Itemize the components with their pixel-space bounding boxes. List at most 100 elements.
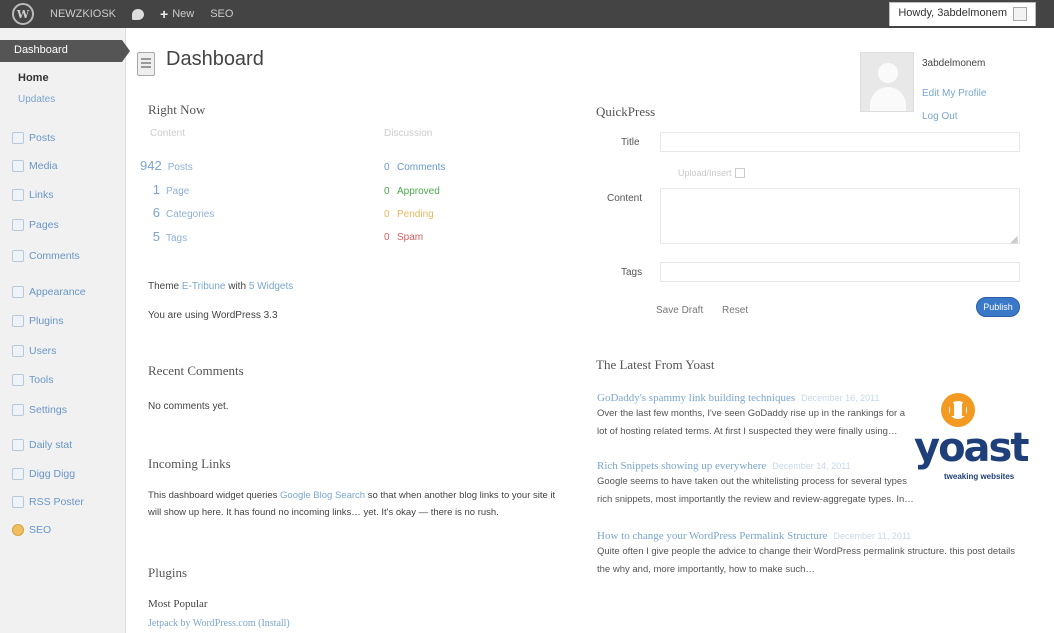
count-label: Pending	[397, 209, 434, 220]
admin-bar: W NEWZKIOSK + New SEO Howdy, 3abdelmonem	[0, 0, 1054, 28]
quickpress-content-textarea[interactable]	[660, 188, 1020, 244]
count-value: 6	[152, 205, 160, 220]
new-label: New	[172, 8, 195, 20]
sidebar-item-tools[interactable]: Tools	[12, 374, 54, 386]
discussion-count-comments[interactable]: 0 Comments	[384, 162, 445, 173]
sidebar-item-label: Pages	[29, 219, 59, 231]
yoast-seo-icon	[12, 524, 24, 536]
howdy-label: Howdy, 3abdelmonem	[898, 7, 1007, 19]
content-count-pages[interactable]: 1 Page	[140, 182, 190, 197]
sidebar-item-label: Links	[29, 189, 54, 201]
sidebar-item-digg-digg[interactable]: Digg Digg	[12, 468, 75, 480]
sidebar-subitem-updates[interactable]: Updates	[18, 94, 55, 105]
media-icon	[12, 160, 24, 172]
plugin-name-link[interactable]: Jetpack by WordPress.com	[148, 618, 256, 629]
discussion-count-pending[interactable]: 0 Pending	[384, 209, 434, 220]
count-label: Approved	[397, 186, 440, 197]
feed-item-title[interactable]: Rich Snippets showing up everywhere Decem…	[597, 460, 851, 472]
edit-profile-link[interactable]: Edit My Profile	[922, 88, 986, 99]
profile-username: 3abdelmonem	[922, 58, 986, 69]
recent-comments-title[interactable]: Recent Comments	[148, 363, 244, 379]
sidebar-item-users[interactable]: Users	[12, 345, 56, 357]
sidebar-item-pages[interactable]: Pages	[12, 219, 59, 231]
theme-name-link[interactable]: E-Tribune	[182, 281, 226, 292]
admin-sidebar: Dashboard Home Updates Posts Media Links…	[0, 28, 130, 633]
sidebar-item-label: Settings	[29, 404, 67, 416]
comment-bubble-icon	[132, 8, 145, 20]
sidebar-item-rss-poster[interactable]: RSS Poster	[12, 496, 84, 508]
count-value: 0	[384, 209, 390, 220]
count-label: Page	[166, 186, 190, 197]
yoast-wordmark: yoast	[914, 425, 1029, 471]
google-blog-search-link[interactable]: Google Blog Search	[280, 490, 365, 501]
sidebar-item-media[interactable]: Media	[12, 160, 58, 172]
plugin-entry: Jetpack by WordPress.com (Install)	[148, 618, 290, 629]
new-content-button[interactable]: + New	[160, 6, 194, 22]
quickpress-title-label: Title	[621, 137, 640, 148]
yoast-feed-title[interactable]: The Latest From Yoast	[596, 357, 714, 373]
sidebar-subitem-home[interactable]: Home	[18, 72, 49, 84]
sidebar-item-posts[interactable]: Posts	[12, 132, 55, 144]
count-value: 0	[384, 162, 390, 173]
sidebar-item-comments[interactable]: Comments	[12, 250, 80, 262]
quickpress-title-input[interactable]	[660, 132, 1020, 152]
comments-bubble-button[interactable]	[132, 8, 145, 20]
count-label: Spam	[397, 232, 424, 243]
feed-item-excerpt-line1: Over the last few months, I've seen GoDa…	[597, 408, 906, 419]
count-label: Posts	[167, 162, 193, 173]
feed-item-date: December 16, 2011	[801, 393, 880, 403]
sidebar-item-links[interactable]: Links	[12, 189, 54, 201]
widgets-link[interactable]: 5 Widgets	[249, 281, 293, 292]
feed-item-title-text: How to change your WordPress Permalink S…	[597, 530, 828, 542]
feed-item-title[interactable]: How to change your WordPress Permalink S…	[597, 530, 911, 542]
most-popular-heading: Most Popular	[148, 598, 208, 610]
reset-button[interactable]: Reset	[722, 305, 748, 316]
sidebar-item-settings[interactable]: Settings	[12, 404, 67, 416]
quickpress-content-label: Content	[607, 193, 643, 204]
count-label: Tags	[166, 233, 188, 244]
install-plugin-link[interactable]: (Install)	[258, 618, 290, 629]
seo-menu-button[interactable]: SEO	[210, 8, 233, 20]
content-count-categories[interactable]: 6 Categories	[140, 205, 215, 220]
resize-grip-icon[interactable]: ◢	[1010, 234, 1018, 245]
quickpress-tags-input[interactable]	[660, 262, 1020, 282]
howdy-account-menu[interactable]: Howdy, 3abdelmonem	[889, 2, 1036, 26]
users-icon	[12, 345, 24, 357]
plus-icon: +	[160, 6, 169, 22]
content-count-tags[interactable]: 5 Tags	[140, 229, 187, 244]
right-now-title[interactable]: Right Now	[148, 102, 205, 118]
save-draft-button[interactable]: Save Draft	[656, 305, 703, 316]
plugins-title[interactable]: Plugins	[148, 565, 187, 581]
publish-button[interactable]: Publish	[976, 297, 1020, 317]
wordpress-logo-icon[interactable]: W	[12, 3, 34, 25]
site-name-link[interactable]: NEWZKIOSK	[50, 8, 116, 20]
sidebar-item-daily-stat[interactable]: Daily stat	[12, 439, 72, 451]
theme-info: Theme E-Tribune with 5 Widgets	[148, 281, 293, 292]
upload-insert-button[interactable]: Upload/Insert	[678, 168, 745, 178]
links-icon	[12, 189, 24, 201]
stats-icon	[12, 439, 24, 451]
sidebar-item-dashboard[interactable]: Dashboard	[0, 40, 130, 62]
wordpress-version: You are using WordPress 3.3	[148, 310, 278, 321]
sidebar-item-appearance[interactable]: Appearance	[12, 286, 86, 298]
count-value: 1	[152, 182, 160, 197]
quickpress-title[interactable]: QuickPress	[596, 104, 655, 120]
incoming-links-text-before: This dashboard widget queries	[148, 490, 278, 501]
feed-item-title[interactable]: GoDaddy's spammy link building technique…	[597, 392, 880, 404]
feed-item-date: December 11, 2011	[833, 531, 912, 541]
incoming-links-title[interactable]: Incoming Links	[148, 456, 231, 472]
content-count-posts[interactable]: 942 Posts	[140, 158, 193, 173]
discussion-count-approved[interactable]: 0 Approved	[384, 186, 440, 197]
digg-icon	[12, 468, 24, 480]
sidebar-item-seo[interactable]: SEO	[12, 524, 51, 536]
theme-prefix: Theme	[148, 281, 180, 292]
discussion-count-spam[interactable]: 0 Spam	[384, 232, 423, 243]
sidebar-item-plugins[interactable]: Plugins	[12, 315, 63, 327]
appearance-icon	[12, 286, 24, 298]
feed-item-title-text: Rich Snippets showing up everywhere	[597, 460, 767, 472]
quickpress-tags-label: Tags	[621, 267, 643, 278]
theme-with: with	[228, 281, 247, 292]
sidebar-item-label: Daily stat	[29, 439, 73, 451]
logout-link[interactable]: Log Out	[922, 111, 958, 122]
feed-item-excerpt-line2: lot of hosting related terms. At first I…	[597, 426, 898, 437]
